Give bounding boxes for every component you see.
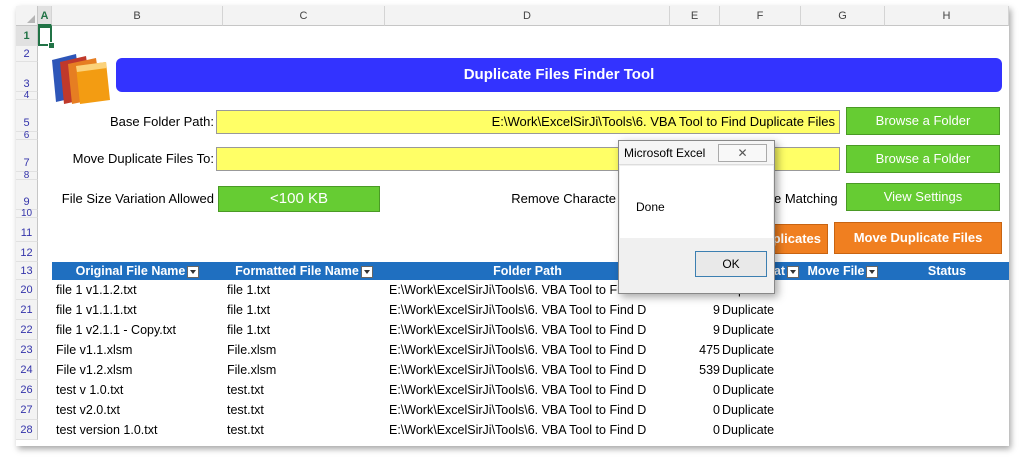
ok-button[interactable]: OK xyxy=(695,251,767,277)
row-header[interactable]: 4 xyxy=(16,91,38,101)
formatted-name-cell[interactable]: test.txt xyxy=(227,380,383,400)
browse-base-folder-button[interactable]: Browse a Folder xyxy=(846,107,1000,135)
duplicate-cell[interactable]: Duplicate xyxy=(722,380,800,400)
folder-path-cell[interactable]: E:\Work\ExcelSirJi\Tools\6. VBA Tool to … xyxy=(389,340,671,360)
filter-dropdown-icon[interactable] xyxy=(360,265,373,278)
formatted-name-cell[interactable]: File.xlsm xyxy=(227,340,383,360)
header-label: Move File xyxy=(807,264,865,278)
formatted-name-cell[interactable]: File.xlsm xyxy=(227,360,383,380)
duplicate-cell[interactable]: Duplicate xyxy=(722,300,800,320)
formatted-name-cell[interactable]: test.txt xyxy=(227,400,383,420)
row-header[interactable]: 20 xyxy=(16,280,38,300)
duplicate-cell[interactable]: Duplicate xyxy=(722,420,800,440)
row-header[interactable]: 7 xyxy=(16,140,38,172)
row-header[interactable]: 21 xyxy=(16,300,38,320)
row-header[interactable]: 23 xyxy=(16,340,38,360)
base-folder-field[interactable]: E:\Work\ExcelSirJi\Tools\6. VBA Tool to … xyxy=(216,110,840,134)
row-header[interactable]: 28 xyxy=(16,420,38,440)
folders-logo-icon xyxy=(52,54,110,104)
fill-handle[interactable] xyxy=(48,42,55,49)
row-header[interactable]: 6 xyxy=(16,131,38,141)
filter-applied-icon[interactable] xyxy=(787,265,799,278)
col-status[interactable]: Status xyxy=(885,262,1009,280)
folder-path-cell[interactable]: E:\Work\ExcelSirJi\Tools\6. VBA Tool to … xyxy=(389,300,671,320)
folder-path-cell[interactable]: E:\Work\ExcelSirJi\Tools\6. VBA Tool to … xyxy=(389,420,671,440)
row-header[interactable]: 2 xyxy=(16,46,38,62)
row-header[interactable]: 3 xyxy=(16,62,38,92)
header-label: Formatted File Name xyxy=(235,264,359,278)
size-cell[interactable]: 0 xyxy=(670,400,720,420)
select-all-corner[interactable] xyxy=(16,6,38,26)
move-files-label: Move Duplicate Files To: xyxy=(72,151,214,166)
duplicate-cell[interactable]: Duplicate xyxy=(722,360,800,380)
view-settings-button[interactable]: View Settings xyxy=(846,183,1000,211)
size-cell[interactable]: 475 xyxy=(670,340,720,360)
row-header[interactable]: 12 xyxy=(16,242,38,262)
duplicate-cell[interactable]: Duplicate xyxy=(722,340,800,360)
folder-path-cell[interactable]: E:\Work\ExcelSirJi\Tools\6. VBA Tool to … xyxy=(389,360,671,380)
size-cell[interactable]: 9 xyxy=(670,300,720,320)
column-header-a[interactable]: A xyxy=(38,6,52,26)
formatted-name-cell[interactable]: file 1.txt xyxy=(227,280,383,300)
size-variation-value[interactable]: <100 KB xyxy=(218,186,380,212)
original-name-cell[interactable]: file 1 v1.1.1.txt xyxy=(56,300,222,320)
duplicate-cell[interactable]: Duplicate xyxy=(722,320,800,340)
size-cell[interactable]: 539 xyxy=(670,360,720,380)
original-name-cell[interactable]: test version 1.0.txt xyxy=(56,420,222,440)
size-cell[interactable]: 0 xyxy=(670,380,720,400)
original-name-cell[interactable]: test v2.0.txt xyxy=(56,400,222,420)
row-header[interactable]: 10 xyxy=(16,209,38,219)
column-header-h[interactable]: H xyxy=(885,6,1009,26)
column-header-f[interactable]: F xyxy=(720,6,801,26)
col-move-file[interactable]: Move File xyxy=(801,262,885,280)
close-icon[interactable]: ✕ xyxy=(718,144,767,162)
move-duplicate-files-button[interactable]: Move Duplicate Files xyxy=(834,222,1002,254)
original-name-cell[interactable]: File v1.2.xlsm xyxy=(56,360,222,380)
folder-path-cell[interactable]: E:\Work\ExcelSirJi\Tools\6. VBA Tool to … xyxy=(389,380,671,400)
header-label: Folder Path xyxy=(493,264,562,278)
column-header-g[interactable]: G xyxy=(801,6,885,26)
header-label: Original File Name xyxy=(75,264,186,278)
size-cell[interactable]: 0 xyxy=(670,420,720,440)
browse-move-folder-button[interactable]: Browse a Folder xyxy=(846,145,1000,173)
original-name-cell[interactable]: file 1 v2.1.1 - Copy.txt xyxy=(56,320,222,340)
row-header[interactable]: 5 xyxy=(16,100,38,132)
row-header[interactable]: 22 xyxy=(16,320,38,340)
formatted-name-cell[interactable]: file 1.txt xyxy=(227,300,383,320)
row-header[interactable]: 13 xyxy=(16,262,38,280)
column-header-b[interactable]: B xyxy=(52,6,223,26)
message-dialog: Microsoft Excel ✕ Done OK xyxy=(618,140,775,294)
duplicate-cell[interactable]: Duplicate xyxy=(722,400,800,420)
page-title: Duplicate Files Finder Tool xyxy=(116,58,1002,92)
filter-dropdown-icon[interactable] xyxy=(866,265,879,278)
formatted-name-cell[interactable]: file 1.txt xyxy=(227,320,383,340)
row-header[interactable]: 26 xyxy=(16,380,38,400)
original-name-cell[interactable]: file 1 v1.1.2.txt xyxy=(56,280,222,300)
formatted-name-cell[interactable]: test.txt xyxy=(227,420,383,440)
col-formatted-file-name[interactable]: Formatted File Name xyxy=(223,262,385,280)
original-name-cell[interactable]: File v1.1.xlsm xyxy=(56,340,222,360)
row-header[interactable]: 24 xyxy=(16,360,38,380)
folder-path-cell[interactable]: E:\Work\ExcelSirJi\Tools\6. VBA Tool to … xyxy=(389,400,671,420)
folder-path-cell[interactable]: E:\Work\ExcelSirJi\Tools\6. VBA Tool to … xyxy=(389,320,671,340)
column-header-c[interactable]: C xyxy=(223,6,385,26)
matching-label: e Matching xyxy=(774,191,838,206)
dialog-body: Done xyxy=(620,166,773,238)
size-cell[interactable]: 9 xyxy=(670,320,720,340)
header-label: Status xyxy=(927,264,967,278)
row-header[interactable]: 11 xyxy=(16,218,38,242)
column-header-d[interactable]: D xyxy=(385,6,670,26)
remove-characters-label: Remove Characte xyxy=(511,191,616,206)
column-header-e[interactable]: E xyxy=(670,6,720,26)
filter-dropdown-icon[interactable] xyxy=(187,265,200,278)
spreadsheet: A B C D E F G H 1 2 3 4 5 6 7 8 9 10 11 … xyxy=(16,6,1009,446)
col-original-file-name[interactable]: Original File Name xyxy=(52,262,223,280)
dialog-message: Done xyxy=(636,200,665,214)
row-header[interactable]: 1 xyxy=(16,26,38,46)
row-header[interactable]: 27 xyxy=(16,400,38,420)
size-variation-label: File Size Variation Allowed xyxy=(61,191,214,206)
row-header[interactable]: 8 xyxy=(16,171,38,181)
base-folder-label: Base Folder Path: xyxy=(109,114,214,129)
original-name-cell[interactable]: test v 1.0.txt xyxy=(56,380,222,400)
